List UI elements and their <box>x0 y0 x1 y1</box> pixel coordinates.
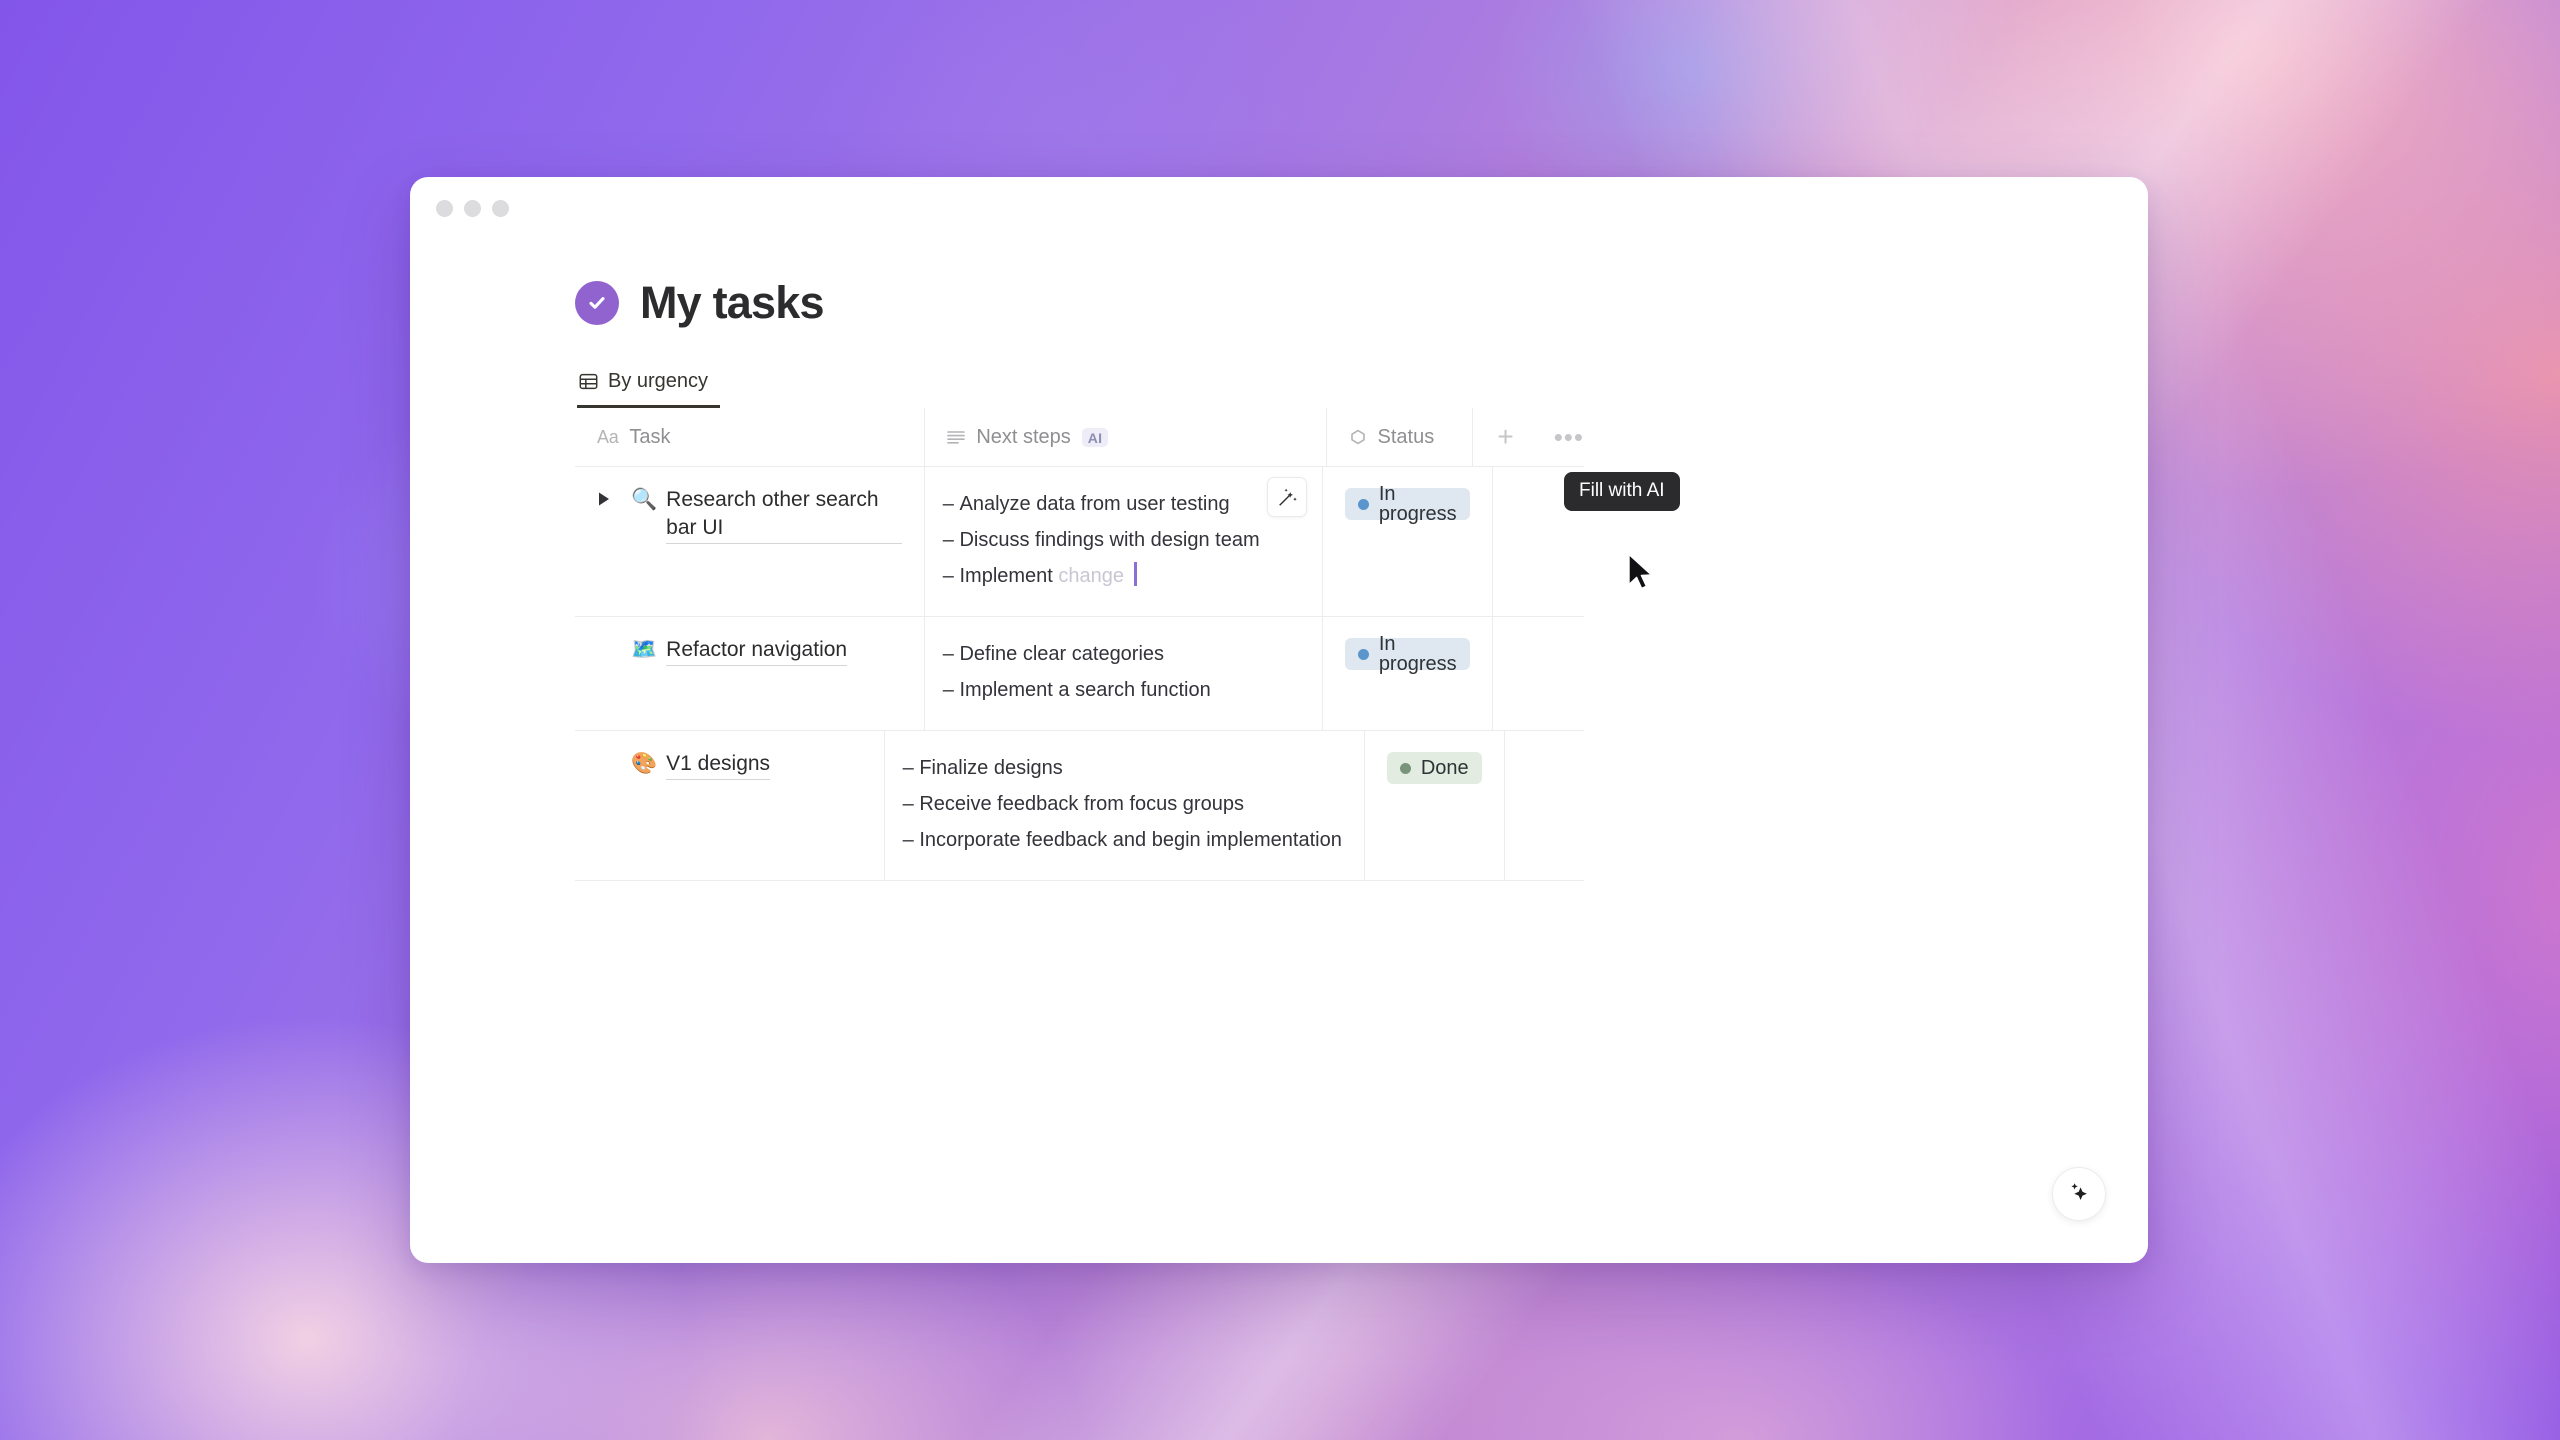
add-column-button[interactable]: + <box>1497 423 1513 451</box>
page-header: My tasks <box>575 277 2148 329</box>
step-line: – Define clear categories <box>943 636 1300 672</box>
step-dash: – <box>902 829 920 851</box>
step-dash: – <box>942 529 960 551</box>
column-header-status-label: Status <box>1377 425 1435 448</box>
row-next-steps-cell[interactable]: – Analyze data from user testing – Discu… <box>925 467 1323 616</box>
step-text: Implement <box>959 565 1053 587</box>
view-tabs: By urgency <box>577 367 2148 408</box>
step-dash: – <box>942 565 960 587</box>
status-badge[interactable]: In progress <box>1344 634 1470 674</box>
row-status-cell[interactable]: In progress <box>1323 617 1493 730</box>
status-dot-icon <box>1357 498 1369 510</box>
status-badge[interactable]: In progress <box>1344 484 1470 524</box>
row-extra-cell <box>1493 617 1584 730</box>
step-text: Implement a search function <box>959 679 1211 701</box>
row-next-steps-cell[interactable]: – Define clear categories – Implement a … <box>925 617 1323 730</box>
status-label: In progress <box>1378 483 1457 525</box>
ai-assistant-button[interactable] <box>2052 1167 2106 1221</box>
row-task-cell[interactable]: 🗺️ Refactor navigation <box>575 617 925 730</box>
task-emoji: 🎨 <box>631 752 658 775</box>
task-title[interactable]: V1 designs <box>666 750 771 780</box>
step-text: Finalize designs <box>919 757 1063 779</box>
window-close-button[interactable] <box>436 199 453 217</box>
status-badge[interactable]: Done <box>1386 752 1482 784</box>
table-icon <box>579 372 598 391</box>
step-dash: – <box>902 793 920 815</box>
step-text: Define clear categories <box>959 643 1165 665</box>
task-emoji: 🗺️ <box>631 638 658 661</box>
task-emoji: 🔍 <box>631 488 658 511</box>
row-status-cell[interactable]: Done <box>1365 731 1505 880</box>
step-line: – Analyze data from user testing <box>943 486 1300 522</box>
table-row: 🗺️ Refactor navigation – Define clear ca… <box>575 617 1584 731</box>
lines-icon <box>947 430 966 444</box>
step-dash: – <box>942 493 960 515</box>
table-header-actions: + ••• <box>1473 408 1584 466</box>
more-options-button[interactable]: ••• <box>1554 424 1584 450</box>
step-text: Incorporate feedback and begin implement… <box>919 829 1342 851</box>
step-line: – Implement a search function <box>943 672 1300 708</box>
window-minimize-button[interactable] <box>464 199 481 217</box>
step-line-generating: – Implement change <box>943 558 1300 594</box>
column-header-next-steps-label: Next steps <box>976 425 1071 448</box>
disclosure-placeholder <box>597 750 631 755</box>
app-window: My tasks By urgency Aa Task Next steps A… <box>410 177 2148 1263</box>
step-dash: – <box>942 643 960 665</box>
row-task-cell[interactable]: 🎨 V1 designs <box>575 731 885 880</box>
step-line: – Receive feedback from focus groups <box>903 786 1342 822</box>
table-row: 🔍 Research other search bar UI – Analyze… <box>575 467 1584 617</box>
check-circle-icon <box>575 281 619 325</box>
step-text-generating-tail: change <box>1052 565 1125 587</box>
task-title[interactable]: Refactor navigation <box>666 636 848 666</box>
tab-by-urgency[interactable]: By urgency <box>577 367 721 408</box>
task-title[interactable]: Research other search bar UI <box>666 486 902 544</box>
page-body: My tasks By urgency Aa Task Next steps A… <box>410 239 2148 881</box>
column-header-next-steps[interactable]: Next steps AI <box>925 408 1327 466</box>
select-icon <box>1349 429 1367 445</box>
disclosure-placeholder <box>597 636 631 641</box>
aa-text-icon: Aa <box>597 426 619 447</box>
tasks-table: Aa Task Next steps AI Status + ••• 🔍 Res… <box>575 408 1584 881</box>
column-header-task-label: Task <box>629 425 671 448</box>
row-task-cell[interactable]: 🔍 Research other search bar UI <box>575 467 925 616</box>
row-next-steps-cell[interactable]: – Finalize designs – Receive feedback fr… <box>885 731 1365 880</box>
status-dot-icon <box>1357 648 1369 660</box>
window-zoom-button[interactable] <box>492 199 509 217</box>
step-line: – Incorporate feedback and begin impleme… <box>903 822 1342 858</box>
row-extra-cell <box>1505 731 1584 880</box>
tab-label: By urgency <box>608 370 709 392</box>
status-dot-icon <box>1399 762 1411 774</box>
step-text: Discuss findings with design team <box>959 529 1260 551</box>
status-label: In progress <box>1378 633 1457 675</box>
step-line: – Discuss findings with design team <box>943 522 1300 558</box>
step-dash: – <box>942 679 960 701</box>
tooltip-fill-with-ai: Fill with AI <box>1564 472 1680 511</box>
column-header-status[interactable]: Status <box>1327 408 1474 466</box>
fill-with-ai-button[interactable] <box>1266 477 1307 517</box>
ai-badge: AI <box>1081 427 1109 447</box>
step-dash: – <box>902 757 920 779</box>
step-text: Receive feedback from focus groups <box>919 793 1244 815</box>
disclosure-triangle-icon[interactable] <box>597 486 631 507</box>
table-header-row: Aa Task Next steps AI Status + ••• <box>575 408 1584 467</box>
step-text: Analyze data from user testing <box>959 493 1230 515</box>
table-row: 🎨 V1 designs – Finalize designs – Receiv… <box>575 731 1584 881</box>
row-status-cell[interactable]: In progress <box>1323 467 1493 616</box>
text-caret <box>1134 562 1137 586</box>
sparkles-icon <box>2066 1179 2092 1210</box>
step-line: – Finalize designs <box>903 750 1342 786</box>
page-title: My tasks <box>640 277 825 328</box>
column-header-task[interactable]: Aa Task <box>575 408 926 466</box>
status-label: Done <box>1420 757 1469 779</box>
window-titlebar <box>410 177 2148 239</box>
